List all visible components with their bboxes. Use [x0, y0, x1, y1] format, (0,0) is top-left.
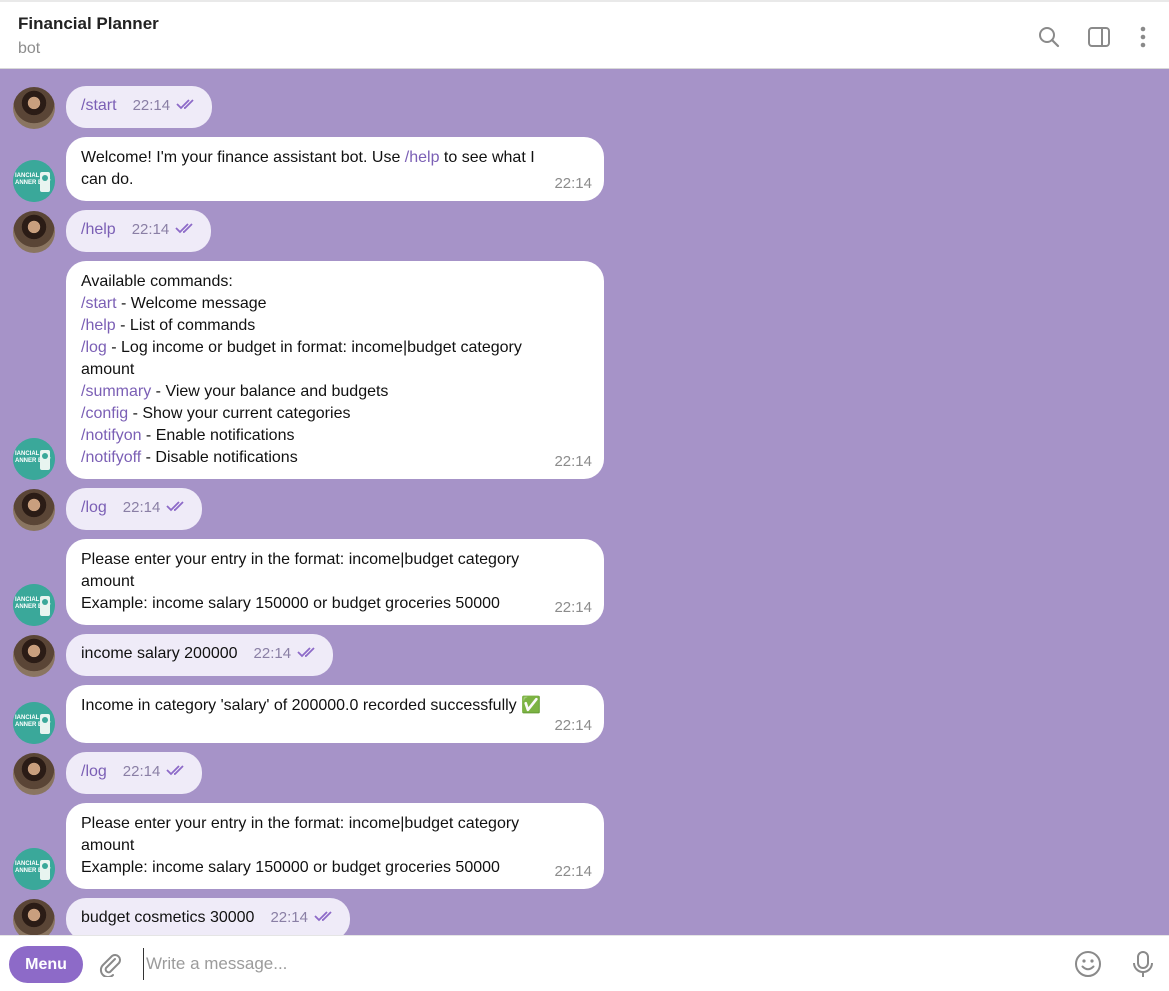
- message-time: 22:14: [253, 645, 292, 663]
- bot-avatar[interactable]: IANCIAL ANNER BOT: [13, 584, 55, 626]
- command-line[interactable]: /notifyoff - Disable notifications: [81, 447, 590, 469]
- outgoing-message[interactable]: income salary 200000 22:14: [66, 634, 334, 676]
- message-time: 22:14: [554, 453, 592, 470]
- sidebar-toggle-icon[interactable]: [1086, 24, 1112, 50]
- message-text[interactable]: budget cosmetics 30000: [81, 909, 254, 926]
- message-input[interactable]: [143, 948, 1023, 980]
- user-avatar[interactable]: [13, 211, 55, 253]
- user-avatar[interactable]: [13, 489, 55, 531]
- command-line[interactable]: /config - Show your current categories: [81, 403, 590, 425]
- paperclip-icon[interactable]: [94, 948, 126, 980]
- message-text[interactable]: Example: income salary 150000 or budget …: [81, 857, 590, 879]
- message-time: 22:14: [554, 599, 592, 616]
- bot-avatar[interactable]: IANCIAL ANNER BOT: [13, 160, 55, 202]
- outgoing-message[interactable]: /log 22:14: [66, 488, 203, 530]
- message-text[interactable]: Please enter your entry in the format: i…: [81, 549, 590, 571]
- message-text[interactable]: Welcome! I'm your finance assistant bot.…: [81, 147, 590, 169]
- chat-title[interactable]: Financial Planner: [18, 14, 159, 34]
- message-text[interactable]: /start: [81, 97, 117, 114]
- message-time: 22:14: [132, 97, 171, 115]
- message-time: 22:14: [554, 175, 592, 192]
- user-avatar[interactable]: [13, 635, 55, 677]
- outgoing-message[interactable]: budget cosmetics 30000 22:14: [66, 898, 350, 935]
- chat-subtitle: bot: [18, 40, 41, 57]
- incoming-message[interactable]: Income in category 'salary' of 200000.0 …: [66, 685, 604, 743]
- message-time: 22:14: [122, 499, 161, 517]
- bot-avatar[interactable]: IANCIAL ANNER BOT: [13, 702, 55, 744]
- message-text[interactable]: amount: [81, 571, 590, 593]
- outgoing-message[interactable]: /start 22:14: [66, 86, 213, 128]
- search-icon[interactable]: [1036, 24, 1062, 50]
- svg-text:IANCIAL: IANCIAL: [15, 715, 40, 721]
- svg-text:IANCIAL: IANCIAL: [15, 451, 40, 457]
- emoji-icon[interactable]: [1072, 948, 1104, 980]
- command-line[interactable]: amount: [81, 359, 590, 381]
- more-vertical-icon[interactable]: [1130, 24, 1156, 50]
- user-avatar[interactable]: [13, 753, 55, 795]
- message-time: 22:14: [122, 763, 161, 781]
- message-text[interactable]: /log: [81, 763, 107, 780]
- command-line[interactable]: /start - Welcome message: [81, 293, 590, 315]
- user-avatar[interactable]: [13, 899, 55, 935]
- svg-text:IANCIAL: IANCIAL: [15, 861, 40, 867]
- command-line[interactable]: /help - List of commands: [81, 315, 590, 337]
- read-ticks-icon: [166, 761, 188, 783]
- incoming-message[interactable]: Please enter your entry in the format: i…: [66, 803, 604, 889]
- message-time: 22:14: [270, 909, 308, 927]
- command-line[interactable]: /notifyon - Enable notifications: [81, 425, 590, 447]
- read-ticks-icon: [175, 219, 197, 241]
- read-ticks-icon: [314, 907, 336, 929]
- user-avatar[interactable]: [13, 87, 55, 129]
- outgoing-message[interactable]: /log 22:14: [66, 752, 203, 794]
- incoming-message[interactable]: Please enter your entry in the format: i…: [66, 539, 604, 625]
- message-text[interactable]: amount: [81, 835, 590, 857]
- message-text[interactable]: Please enter your entry in the format: i…: [81, 813, 590, 835]
- message-text[interactable]: /log: [81, 499, 107, 516]
- message-text[interactable]: Available commands:: [81, 271, 590, 293]
- bot-avatar[interactable]: IANCIAL ANNER BOT: [13, 848, 55, 890]
- message-time: 22:14: [554, 863, 592, 880]
- message-time: 22:14: [554, 717, 592, 734]
- read-ticks-icon: [297, 643, 319, 665]
- menu-button[interactable]: Menu: [9, 946, 83, 983]
- outgoing-message[interactable]: /help 22:14: [66, 210, 212, 252]
- message-time: 22:14: [131, 221, 170, 239]
- incoming-message[interactable]: Available commands: /start - Welcome mes…: [66, 261, 604, 479]
- message-text[interactable]: can do.: [81, 169, 590, 191]
- read-ticks-icon: [166, 497, 188, 519]
- read-ticks-icon: [176, 95, 198, 117]
- message-list[interactable]: /start 22:14 IANCIAL ANNER BOT Welcome! I'…: [0, 69, 1169, 935]
- message-composer: Menu: [0, 935, 1169, 991]
- svg-text:IANCIAL: IANCIAL: [15, 173, 40, 179]
- message-text[interactable]: income salary 200000: [81, 645, 238, 662]
- chat-header: Financial Planner bot: [0, 0, 1169, 69]
- message-text[interactable]: /help: [81, 221, 116, 238]
- command-line[interactable]: /summary - View your balance and budgets: [81, 381, 590, 403]
- incoming-message[interactable]: Welcome! I'm your finance assistant bot.…: [66, 137, 604, 201]
- svg-text:IANCIAL: IANCIAL: [15, 597, 40, 603]
- microphone-icon[interactable]: [1127, 948, 1159, 980]
- command-line[interactable]: /log - Log income or budget in format: i…: [81, 337, 590, 359]
- message-text[interactable]: Example: income salary 150000 or budget …: [81, 593, 590, 615]
- bot-avatar[interactable]: IANCIAL ANNER BOT: [13, 438, 55, 480]
- message-text[interactable]: Income in category 'salary' of 200000.0 …: [81, 695, 590, 717]
